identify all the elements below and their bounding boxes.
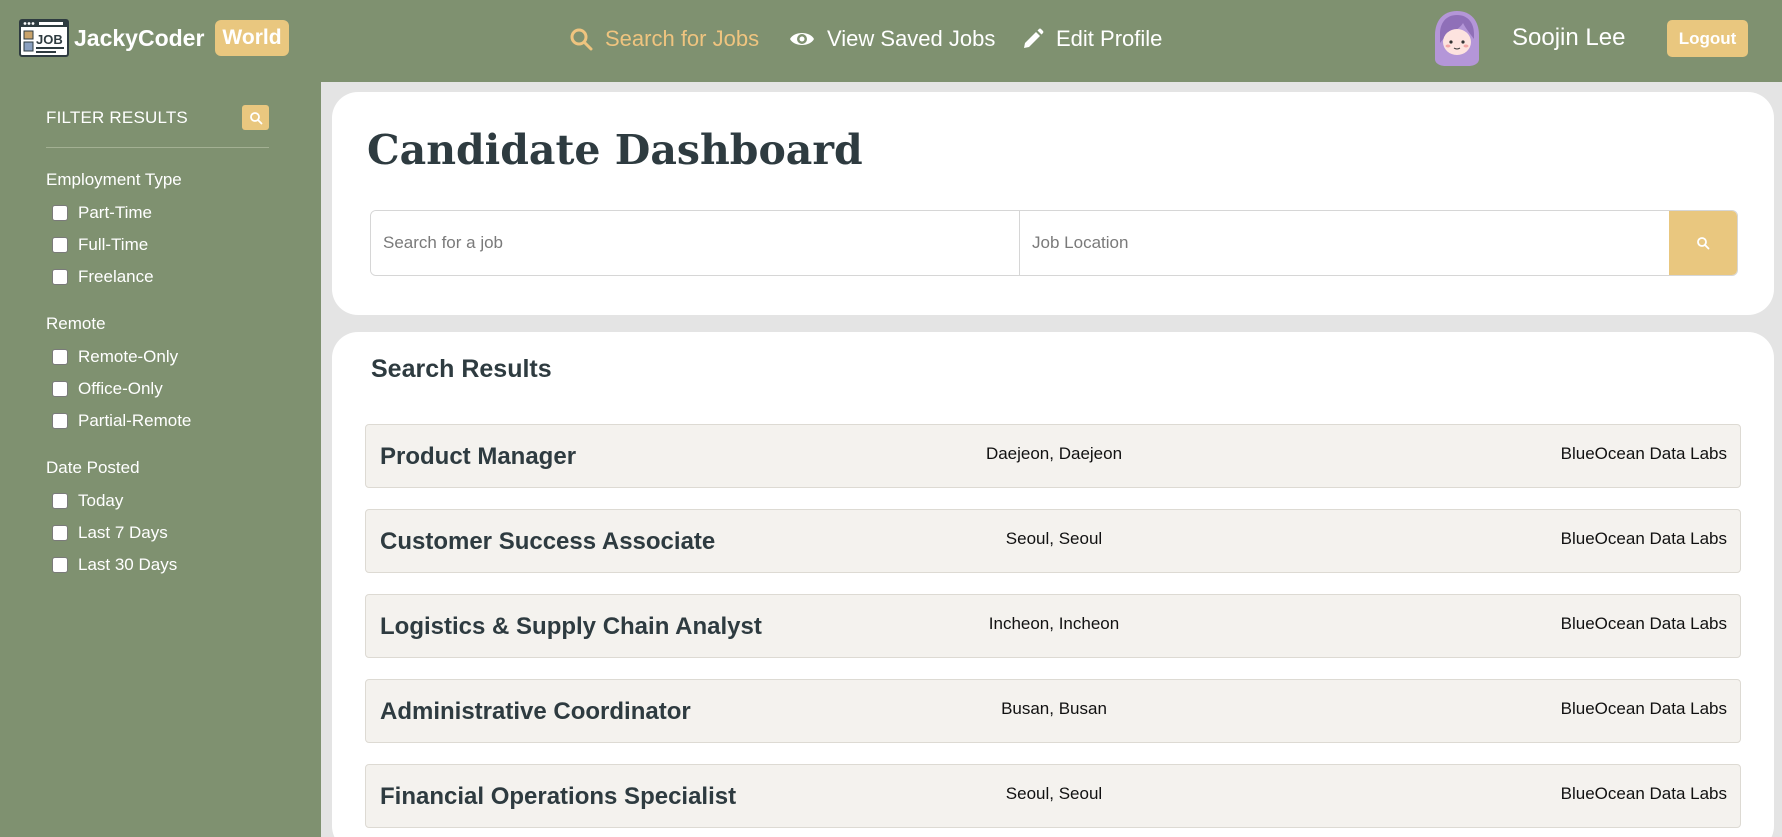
job-location: Incheon, Incheon	[988, 614, 1120, 633]
job-location: Seoul, Seoul	[1005, 529, 1103, 548]
filter-option-label: Office-Only	[78, 379, 163, 398]
filter-option-label: Today	[78, 491, 124, 510]
filter-group-title: Date Posted	[46, 458, 140, 477]
filter-search-button[interactable]	[242, 105, 269, 130]
dashboard-card: Candidate Dashboard	[332, 92, 1774, 315]
job-row[interactable]: Financial Operations Specialist Seoul, S…	[365, 764, 1741, 828]
nav-search-label: Search for Jobs	[605, 26, 760, 51]
filter-group-title: Remote	[46, 314, 106, 333]
filter-option-remote-only[interactable]: Remote-Only	[46, 341, 191, 373]
job-location-cell: Seoul, Seoul	[366, 529, 1742, 549]
filter-option-label: Partial-Remote	[78, 411, 192, 430]
brand-name: JackyCoder	[74, 24, 205, 51]
filter-option-label: Last 30 Days	[78, 555, 178, 574]
job-company: BlueOcean Data Labs	[1560, 614, 1727, 633]
checkbox[interactable]	[52, 349, 68, 365]
top-navigation-bar: JOB JackyCoder World Search for Jobs Vie…	[0, 0, 1782, 82]
checkbox[interactable]	[52, 381, 68, 397]
job-search-input[interactable]	[371, 211, 1021, 275]
nav-view-saved-jobs[interactable]: View Saved Jobs	[789, 22, 995, 56]
svg-text:JOB: JOB	[36, 32, 63, 47]
sidebar-divider	[46, 147, 269, 148]
job-search-bar	[370, 210, 1738, 276]
eye-icon	[790, 33, 814, 45]
job-row[interactable]: Customer Success Associate Seoul, Seoul …	[365, 509, 1741, 573]
pencil-icon	[1024, 28, 1044, 48]
user-avatar[interactable]	[1429, 9, 1485, 67]
filter-option-today[interactable]: Today	[46, 485, 177, 517]
job-row[interactable]: Administrative Coordinator Busan, Busan …	[365, 679, 1741, 743]
job-location-cell: Incheon, Incheon	[366, 614, 1742, 634]
checkbox[interactable]	[52, 205, 68, 221]
filter-option-full-time[interactable]: Full-Time	[46, 229, 182, 261]
filter-option-label: Last 7 Days	[78, 523, 168, 542]
filter-group-title: Employment Type	[46, 170, 182, 189]
filter-option-part-time[interactable]: Part-Time	[46, 197, 182, 229]
nav-edit-profile[interactable]: Edit Profile	[1022, 22, 1162, 56]
filter-option-label: Part-Time	[78, 203, 152, 222]
job-location: Busan, Busan	[1001, 699, 1107, 718]
filter-option-office-only[interactable]: Office-Only	[46, 373, 191, 405]
filter-option-partial-remote[interactable]: Partial-Remote	[46, 405, 191, 437]
job-location-cell: Daejeon, Daejeon	[366, 444, 1742, 464]
filter-option-label: Full-Time	[78, 235, 149, 254]
user-name: Soojin Lee	[1512, 24, 1626, 51]
nav-edit-label: Edit Profile	[1056, 26, 1163, 51]
nav-saved-label: View Saved Jobs	[827, 26, 996, 51]
job-location-cell: Busan, Busan	[366, 699, 1742, 719]
nav-search-for-jobs[interactable]: Search for Jobs	[569, 22, 759, 56]
job-company: BlueOcean Data Labs	[1560, 529, 1727, 548]
search-icon	[249, 111, 262, 124]
job-row[interactable]: Product Manager Daejeon, Daejeon BlueOce…	[365, 424, 1741, 488]
filter-option-label: Freelance	[78, 267, 154, 286]
search-icon	[570, 28, 593, 51]
checkbox[interactable]	[52, 269, 68, 285]
job-company: BlueOcean Data Labs	[1560, 699, 1727, 718]
job-location: Daejeon, Daejeon	[985, 444, 1123, 463]
search-results-card: Search Results Product Manager Daejeon, …	[332, 332, 1774, 837]
filter-option-last-7-days[interactable]: Last 7 Days	[46, 517, 177, 549]
checkbox[interactable]	[52, 525, 68, 541]
brand-badge: World	[215, 20, 289, 56]
brand[interactable]: JOB JackyCoder World	[19, 18, 289, 58]
job-row[interactable]: Logistics & Supply Chain Analyst Incheon…	[365, 594, 1741, 658]
filter-option-label: Remote-Only	[78, 347, 179, 366]
job-location-input[interactable]	[1020, 211, 1670, 275]
job-board-logo-icon: JOB	[19, 19, 69, 57]
logout-button[interactable]: Logout	[1667, 20, 1748, 57]
search-submit-button[interactable]	[1669, 211, 1737, 275]
job-location: Seoul, Seoul	[1005, 784, 1103, 803]
search-results-title: Search Results	[371, 355, 552, 383]
page-title: Candidate Dashboard	[367, 126, 863, 174]
job-company: BlueOcean Data Labs	[1560, 784, 1727, 803]
filter-sidebar: FILTER RESULTS Employment Type Part-Time…	[0, 82, 321, 837]
checkbox[interactable]	[52, 413, 68, 429]
checkbox[interactable]	[52, 493, 68, 509]
job-company: BlueOcean Data Labs	[1560, 444, 1727, 463]
filter-results-title: FILTER RESULTS	[46, 108, 188, 127]
filter-option-last-30-days[interactable]: Last 30 Days	[46, 549, 177, 581]
checkbox[interactable]	[52, 237, 68, 253]
filter-group-employment-type: Employment Type Part-Time Full-Time Free…	[46, 170, 182, 293]
job-location-cell: Seoul, Seoul	[366, 784, 1742, 804]
search-icon	[1697, 237, 1710, 250]
filter-option-freelance[interactable]: Freelance	[46, 261, 182, 293]
filter-group-remote: Remote Remote-Only Office-Only Partial-R…	[46, 314, 191, 437]
checkbox[interactable]	[52, 557, 68, 573]
filter-group-date-posted: Date Posted Today Last 7 Days Last 30 Da…	[46, 458, 177, 581]
